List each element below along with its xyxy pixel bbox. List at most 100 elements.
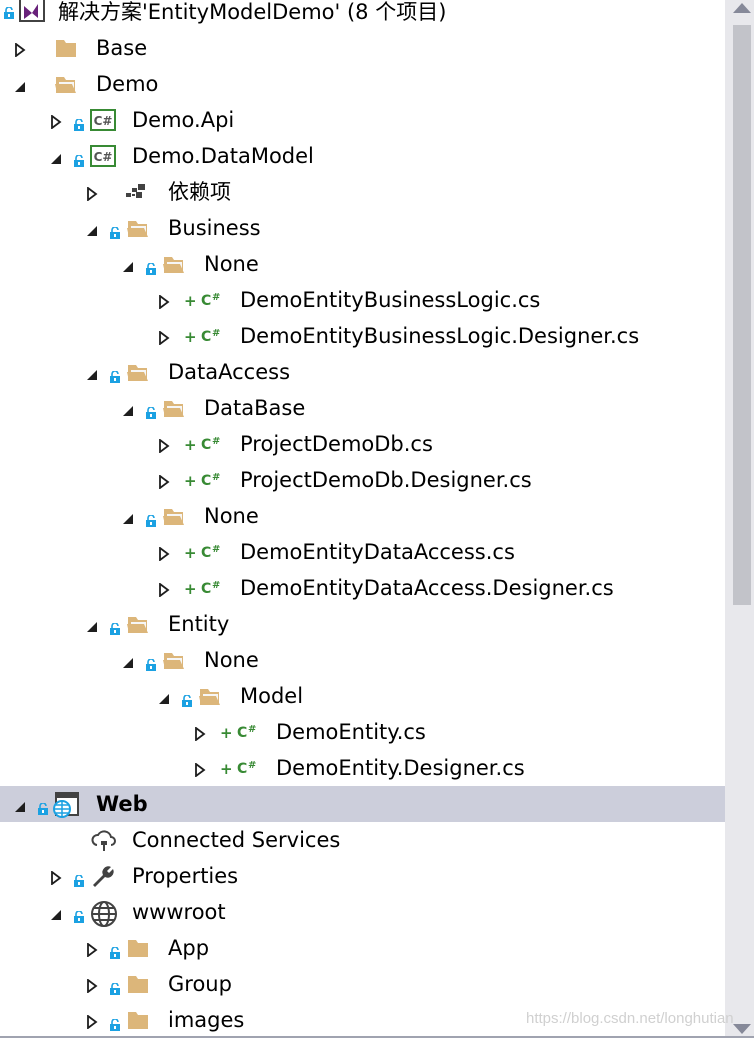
svg-text:#: #: [212, 328, 220, 339]
svg-text:+: +: [184, 544, 197, 562]
tree-item-label: images: [168, 1008, 245, 1032]
tree-item[interactable]: Business: [0, 210, 725, 246]
tree-item[interactable]: C# Demo.Api: [0, 102, 725, 138]
tree-item-label: DemoEntity.Designer.cs: [276, 756, 525, 780]
tree-item[interactable]: + C # DemoEntity.Designer.cs: [0, 750, 725, 786]
tree-item[interactable]: + C # DemoEntityBusinessLogic.cs: [0, 282, 725, 318]
tree-item[interactable]: Connected Services: [0, 822, 725, 858]
lock-icon: [74, 152, 84, 167]
tree-item-label: Business: [168, 216, 261, 240]
collapsed-arrow-icon[interactable]: [194, 762, 206, 778]
tree-item[interactable]: + C # ProjectDemoDb.Designer.cs: [0, 462, 725, 498]
expanded-arrow-icon[interactable]: [14, 78, 26, 92]
tree-item-label: DataBase: [204, 396, 306, 420]
tree-item[interactable]: DataBase: [0, 390, 725, 426]
tree-item[interactable]: + C # DemoEntityDataAccess.cs: [0, 534, 725, 570]
collapsed-arrow-icon[interactable]: [86, 942, 98, 958]
tree-item[interactable]: None: [0, 642, 725, 678]
tree-item[interactable]: Model: [0, 678, 725, 714]
lock-icon: [38, 800, 48, 815]
collapsed-arrow-icon[interactable]: [158, 294, 170, 310]
expanded-arrow-icon[interactable]: [86, 618, 98, 632]
collapsed-arrow-icon[interactable]: [14, 42, 26, 58]
svg-text:#: #: [212, 544, 220, 555]
tree-item-label: Group: [168, 972, 232, 996]
tree-item[interactable]: 依赖项: [0, 174, 725, 210]
tree-item-label: DataAccess: [168, 360, 291, 384]
collapsed-arrow-icon[interactable]: [158, 438, 170, 454]
tree-item[interactable]: Group: [0, 966, 725, 1002]
lock-icon: [182, 692, 192, 707]
folder-open-icon: [162, 396, 192, 420]
expanded-arrow-icon[interactable]: [50, 906, 62, 920]
lock-icon: [110, 620, 120, 635]
expanded-arrow-icon[interactable]: [50, 150, 62, 164]
csharp-file-icon: + C #: [220, 756, 266, 780]
tree-item[interactable]: + C # DemoEntityBusinessLogic.Designer.cs: [0, 318, 725, 354]
tree-item-label: Demo.DataModel: [132, 144, 314, 168]
lock-icon: [146, 260, 156, 275]
scroll-down-arrow-icon[interactable]: [733, 1024, 751, 1034]
scrollbar-thumb[interactable]: [733, 25, 751, 605]
web-project-icon: [50, 792, 80, 818]
collapsed-arrow-icon[interactable]: [158, 474, 170, 490]
tree-item[interactable]: App: [0, 930, 725, 966]
tree-item-label: Demo: [96, 72, 159, 96]
wrench-icon: [90, 864, 120, 888]
scroll-up-arrow-icon[interactable]: [733, 3, 751, 13]
lock-icon: [146, 512, 156, 527]
collapsed-arrow-icon[interactable]: [158, 546, 170, 562]
collapsed-arrow-icon[interactable]: [194, 726, 206, 742]
tree-item[interactable]: Entity: [0, 606, 725, 642]
expanded-arrow-icon[interactable]: [122, 258, 134, 272]
csharp-file-icon: + C #: [184, 288, 230, 312]
tree-item[interactable]: None: [0, 246, 725, 282]
svg-text:C#: C#: [94, 114, 113, 128]
lock-icon: [110, 1016, 120, 1031]
collapsed-arrow-icon[interactable]: [50, 114, 62, 130]
tree-item[interactable]: Web: [0, 786, 725, 822]
svg-text:+: +: [184, 436, 197, 454]
tree-item-label: Web: [96, 792, 148, 816]
collapsed-arrow-icon[interactable]: [86, 186, 98, 202]
tree-item-label: DemoEntityDataAccess.Designer.cs: [240, 576, 614, 600]
tree-item[interactable]: 解决方案'EntityModelDemo' (8 个项目): [0, 0, 725, 30]
tree-item[interactable]: None: [0, 498, 725, 534]
expanded-arrow-icon[interactable]: [86, 222, 98, 236]
expanded-arrow-icon[interactable]: [122, 654, 134, 668]
expanded-arrow-icon[interactable]: [86, 366, 98, 380]
collapsed-arrow-icon[interactable]: [50, 870, 62, 886]
expanded-arrow-icon[interactable]: [158, 690, 170, 704]
svg-text:+: +: [184, 580, 197, 598]
tree-item[interactable]: + C # DemoEntity.cs: [0, 714, 725, 750]
collapsed-arrow-icon[interactable]: [86, 978, 98, 994]
tree-item[interactable]: C# Demo.DataModel: [0, 138, 725, 174]
folder-open-icon: [54, 72, 84, 96]
svg-text:+: +: [220, 760, 233, 778]
tree-item[interactable]: + C # DemoEntityDataAccess.Designer.cs: [0, 570, 725, 606]
tree-item[interactable]: wwwroot: [0, 894, 725, 930]
tree-item-label: App: [168, 936, 210, 960]
vertical-scrollbar[interactable]: [725, 0, 754, 1038]
lock-icon: [74, 872, 84, 887]
csharp-project-icon: C#: [90, 108, 120, 132]
folder-open-icon: [162, 252, 192, 276]
collapsed-arrow-icon[interactable]: [158, 582, 170, 598]
tree-item-label: Demo.Api: [132, 108, 235, 132]
folder-open-icon: [126, 612, 156, 636]
folder-icon: [126, 1008, 156, 1032]
expanded-arrow-icon[interactable]: [122, 402, 134, 416]
tree-item[interactable]: Properties: [0, 858, 725, 894]
tree-item[interactable]: DataAccess: [0, 354, 725, 390]
expanded-arrow-icon[interactable]: [14, 798, 26, 812]
tree-item[interactable]: Demo: [0, 66, 725, 102]
folder-open-icon: [162, 648, 192, 672]
collapsed-arrow-icon[interactable]: [86, 1014, 98, 1030]
expanded-arrow-icon[interactable]: [122, 510, 134, 524]
tree-item[interactable]: + C # ProjectDemoDb.cs: [0, 426, 725, 462]
collapsed-arrow-icon[interactable]: [158, 330, 170, 346]
tree-item[interactable]: Base: [0, 30, 725, 66]
tree-item-label: None: [204, 648, 259, 672]
svg-text:C: C: [201, 293, 211, 309]
tree-item-label: Connected Services: [132, 828, 341, 852]
